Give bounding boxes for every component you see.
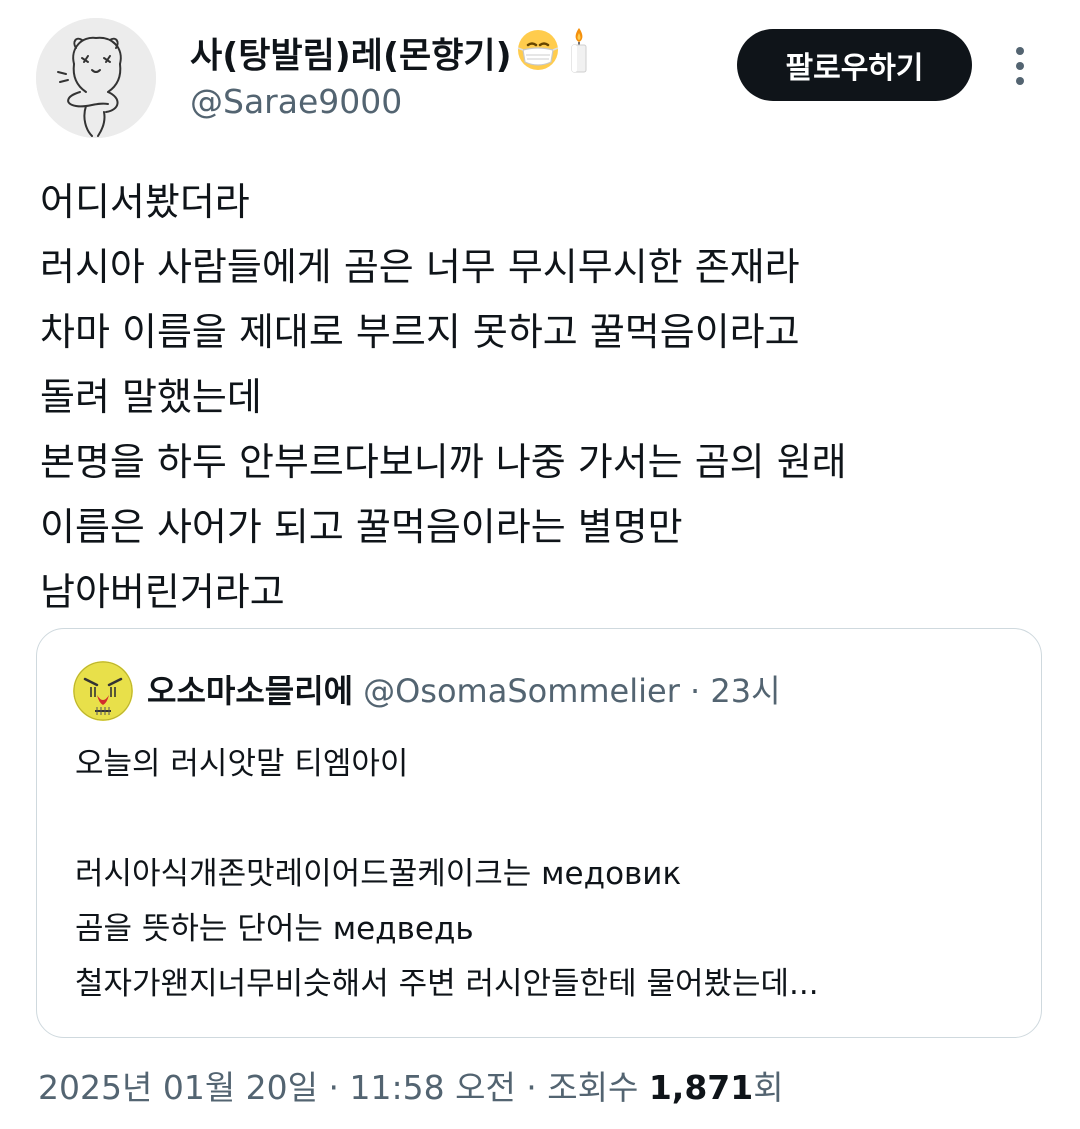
tweet-line: 돌려 말했는데	[40, 375, 262, 419]
quoted-line: 오늘의 러시앗말 티엠아이	[75, 746, 409, 782]
quoted-author-name[interactable]: 오소마소믈리에	[147, 672, 353, 710]
author-handle[interactable]: @Sarae9000	[190, 78, 402, 126]
quoted-line: 러시아식개존맛레이어드꿀케이크는 медовик	[75, 856, 682, 892]
yellow-face-avatar-icon	[73, 661, 133, 721]
author-display-name[interactable]: 사(탕발림)레(몬향기)	[190, 37, 512, 77]
candle-icon	[564, 26, 594, 89]
tweet-timestamp-views: 2025년 01월 20일 · 11:58 오전 · 조회수 1,871회	[38, 1062, 784, 1114]
tweet-line: 이름은 사어가 되고 꿀먹음이라는 별명만	[40, 505, 683, 549]
author-avatar[interactable]	[36, 18, 156, 138]
view-count-suffix: 회	[753, 1068, 784, 1107]
follow-button[interactable]: 팔로우하기	[737, 29, 972, 101]
quoted-author-handle-time: @OsomaSommelier · 23시	[363, 672, 781, 710]
quoted-author-avatar[interactable]	[73, 661, 133, 721]
face-with-medical-mask-icon	[516, 28, 560, 87]
tweet-line: 어디서봤더라	[40, 180, 250, 224]
quoted-line: 곰을 뜻하는 단어는 медведь	[75, 911, 474, 947]
quoted-line: 철자가왠지너무비슷해서 주변 러시안들한테 물어봤는데...	[75, 966, 819, 1002]
quoted-tweet-text: 오늘의 러시앗말 티엠아이 러시아식개존맛레이어드꿀케이크는 медовик 곰…	[75, 737, 819, 1012]
tweet-line: 러시아 사람들에게 곰은 너무 무시무시한 존재라	[40, 245, 800, 289]
quoted-line	[75, 792, 819, 847]
tweet-line: 차마 이름을 제대로 부르지 못하고 꿀먹음이라고	[40, 310, 800, 354]
quoted-tweet-header: 오소마소믈리에 @OsomaSommelier · 23시	[147, 665, 781, 717]
hamster-sketch-icon	[36, 18, 156, 138]
tweet-timestamp[interactable]: 2025년 01월 20일 · 11:58 오전 · 조회수	[38, 1068, 649, 1107]
view-count: 1,871	[648, 1068, 754, 1107]
tweet-text: 어디서봤더라 러시아 사람들에게 곰은 너무 무시무시한 존재라 차마 이름을 …	[40, 170, 1050, 625]
quoted-tweet-card[interactable]: 오소마소믈리에 @OsomaSommelier · 23시 오늘의 러시앗말 티엠…	[36, 628, 1042, 1038]
more-vertical-icon[interactable]	[1008, 42, 1032, 90]
tweet-line: 본명을 하두 안부르다보니까 나중 가서는 곰의 원래	[40, 440, 847, 484]
tweet-line: 남아버린거라고	[40, 570, 285, 614]
